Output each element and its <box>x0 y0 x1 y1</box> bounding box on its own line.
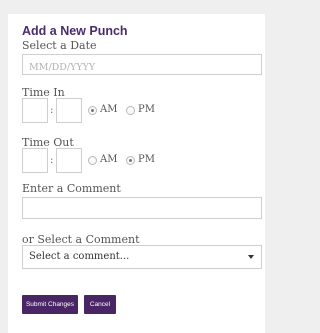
time-out-hour-input[interactable] <box>23 150 47 173</box>
time-in-pm-label: PM <box>138 104 155 115</box>
time-out-minute-input[interactable] <box>57 150 81 173</box>
time-out-hour-field[interactable] <box>22 148 48 173</box>
time-in-am-label: AM <box>100 104 118 115</box>
comment-label: Enter a Comment <box>22 182 121 195</box>
time-out-pm-label: PM <box>138 154 155 165</box>
time-out-pm-radio[interactable] <box>126 156 135 165</box>
date-input[interactable] <box>23 58 261 77</box>
comment-select[interactable]: Select a comment... <box>22 245 262 269</box>
time-in-am-radio[interactable] <box>88 106 97 115</box>
time-in-colon: : <box>50 105 54 116</box>
comment-field[interactable] <box>22 197 262 221</box>
time-in-minute-input[interactable] <box>57 100 81 123</box>
time-out-am-radio[interactable] <box>88 156 97 165</box>
time-in-hour-field[interactable] <box>22 98 48 123</box>
time-in-hour-input[interactable] <box>23 100 47 123</box>
time-out-minute-field[interactable] <box>56 148 82 173</box>
submit-changes-button[interactable]: Submit Changes <box>22 295 78 314</box>
date-label: Select a Date <box>22 39 97 52</box>
time-out-colon: : <box>50 155 54 166</box>
comment-input[interactable] <box>23 200 261 221</box>
date-field[interactable] <box>22 54 262 77</box>
chevron-down-icon <box>248 255 254 259</box>
add-punch-panel: Add a New Punch Select a Date Time In : … <box>8 14 265 333</box>
cancel-button[interactable]: Cancel <box>84 295 116 314</box>
time-in-pm-radio[interactable] <box>126 106 135 115</box>
time-out-am-label: AM <box>100 154 118 165</box>
time-in-minute-field[interactable] <box>56 98 82 123</box>
form-title: Add a New Punch <box>22 24 128 38</box>
comment-select-value: Select a comment... <box>29 251 130 262</box>
